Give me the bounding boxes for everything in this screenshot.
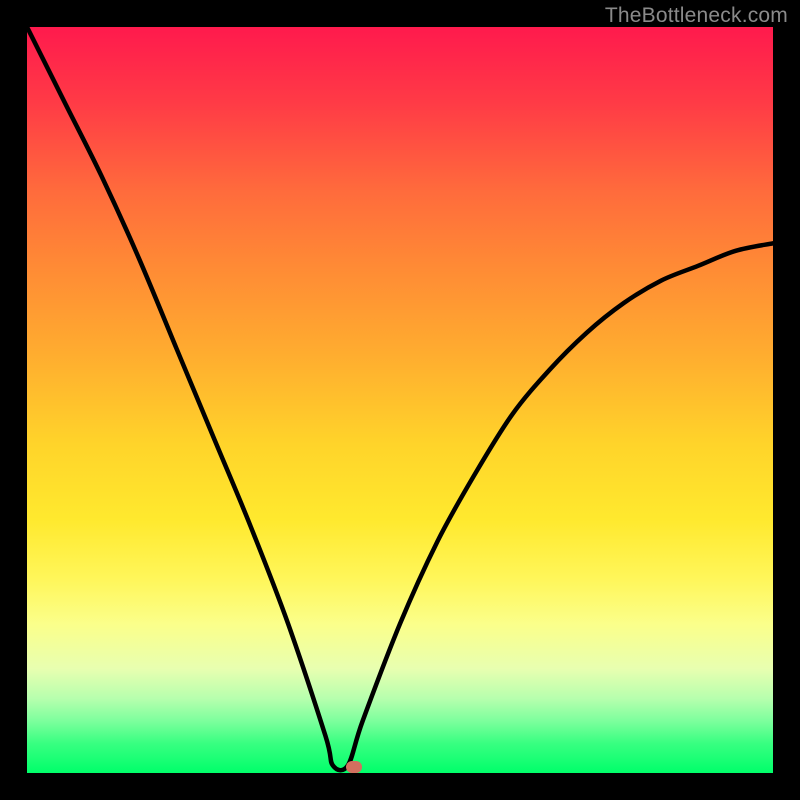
chart-frame: TheBottleneck.com — [0, 0, 800, 800]
optimum-marker — [346, 761, 362, 773]
bottleneck-curve — [27, 27, 773, 773]
watermark-text: TheBottleneck.com — [605, 4, 788, 28]
curve-path — [27, 27, 773, 770]
plot-area — [27, 27, 773, 773]
